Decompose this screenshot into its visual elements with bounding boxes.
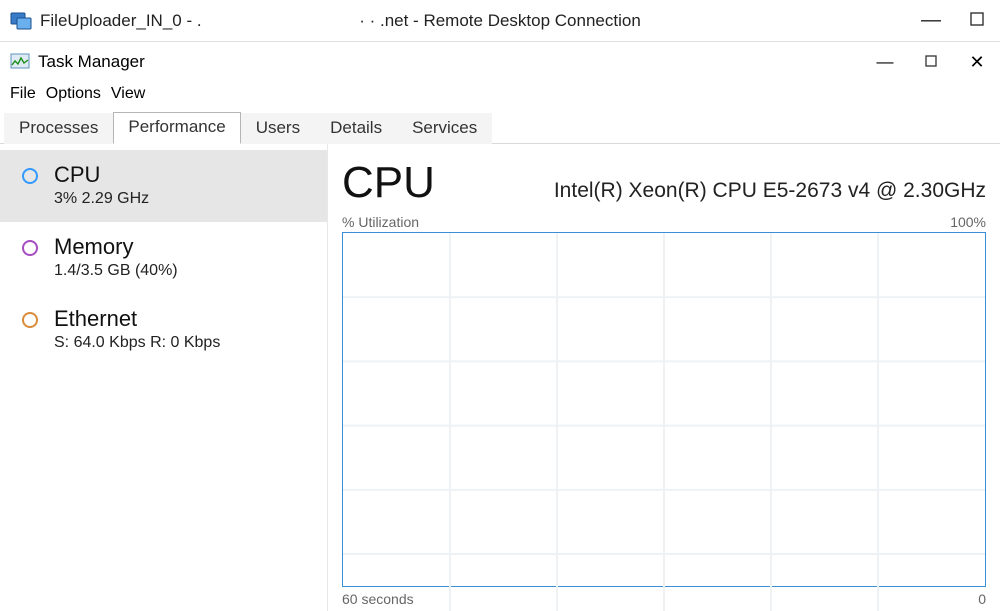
tab-details[interactable]: Details <box>315 113 397 144</box>
menu-options[interactable]: Options <box>46 85 101 103</box>
minimize-icon: — <box>921 9 941 32</box>
cpu-header: CPU <box>342 158 435 208</box>
memory-indicator-icon <box>22 240 38 256</box>
sidebar-memory-sub: 1.4/3.5 GB (40%) <box>54 262 178 280</box>
taskmanager-icon <box>10 52 30 72</box>
cpu-model-name: Intel(R) Xeon(R) CPU E5-2673 v4 @ 2.30GH… <box>554 179 986 203</box>
maximize-icon <box>970 9 984 32</box>
close-button[interactable]: ✕ <box>954 43 1000 81</box>
menu-view[interactable]: View <box>111 85 145 103</box>
maximize-icon <box>925 52 937 72</box>
taskmanager-titlebar: Task Manager — ✕ <box>0 42 1000 82</box>
sidebar-ethernet-sub: S: 64.0 Kbps R: 0 Kbps <box>54 334 220 352</box>
rdp-titlebar: FileUploader_IN_0 - . · · .net - Remote … <box>0 0 1000 42</box>
tab-services[interactable]: Services <box>397 113 492 144</box>
rdp-title-center: · · .net - Remote Desktop Connection <box>359 11 641 31</box>
sidebar-item-ethernet[interactable]: Ethernet S: 64.0 Kbps R: 0 Kbps <box>0 294 327 366</box>
cpu-detail-pane: CPU Intel(R) Xeon(R) CPU E5-2673 v4 @ 2.… <box>328 144 1000 611</box>
chart-label-top-left: % Utilization <box>342 214 419 230</box>
rdp-icon <box>10 10 32 32</box>
rdp-minimize-button[interactable]: — <box>908 0 954 42</box>
minimize-button[interactable]: — <box>862 43 908 81</box>
sidebar-cpu-sub: 3% 2.29 GHz <box>54 190 149 208</box>
maximize-button[interactable] <box>908 43 954 81</box>
sidebar-cpu-title: CPU <box>54 162 149 188</box>
chart-label-top-right: 100% <box>950 214 986 230</box>
sidebar-item-cpu[interactable]: CPU 3% 2.29 GHz <box>0 150 327 222</box>
tab-processes[interactable]: Processes <box>4 113 113 144</box>
performance-sidebar: CPU 3% 2.29 GHz Memory 1.4/3.5 GB (40%) … <box>0 144 328 611</box>
rdp-maximize-button[interactable] <box>954 0 1000 42</box>
menubar: File Options View <box>0 82 1000 106</box>
performance-panel: CPU 3% 2.29 GHz Memory 1.4/3.5 GB (40%) … <box>0 144 1000 611</box>
cpu-utilization-chart <box>342 232 986 587</box>
ethernet-indicator-icon <box>22 312 38 328</box>
tab-performance[interactable]: Performance <box>113 112 240 144</box>
close-icon: ✕ <box>969 52 984 73</box>
tab-users[interactable]: Users <box>241 113 315 144</box>
sidebar-ethernet-title: Ethernet <box>54 306 220 332</box>
cpu-indicator-icon <box>22 168 38 184</box>
menu-file[interactable]: File <box>10 85 36 103</box>
sidebar-memory-title: Memory <box>54 234 178 260</box>
sidebar-item-memory[interactable]: Memory 1.4/3.5 GB (40%) <box>0 222 327 294</box>
tabstrip: Processes Performance Users Details Serv… <box>0 112 1000 144</box>
taskmanager-title: Task Manager <box>38 52 145 72</box>
rdp-title-left: FileUploader_IN_0 - . <box>40 11 202 31</box>
minimize-icon: — <box>877 52 894 72</box>
